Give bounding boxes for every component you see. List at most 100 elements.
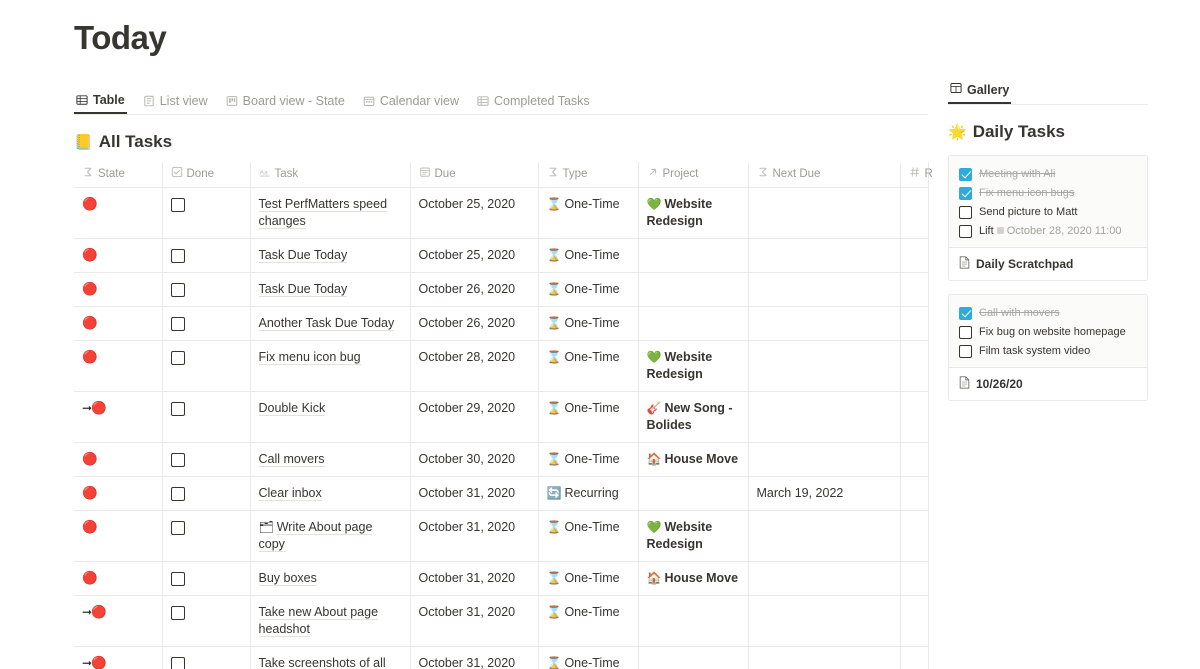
cell-r[interactable]	[900, 646, 929, 669]
task-title[interactable]: Double Kick	[258, 401, 326, 416]
cell-project[interactable]: 💚 Website Redesign	[638, 340, 749, 392]
cell-r[interactable]	[900, 595, 929, 647]
column-header-type[interactable]: Type	[538, 162, 639, 188]
cell-state[interactable]: 🔴	[74, 272, 163, 307]
cell-state[interactable]: ➞ 🔴	[74, 646, 163, 669]
cell-type[interactable]: ⌛ One-Time	[538, 595, 639, 647]
cell-due[interactable]: October 31, 2020	[410, 561, 539, 596]
cell-project[interactable]: 🏠 House Move	[638, 442, 749, 477]
table-row[interactable]: ➞ 🔴 Double Kick October 29, 2020 ⌛ One-Time 🎸 N…	[74, 391, 929, 443]
column-header-next-due[interactable]: Next Due	[748, 162, 901, 188]
cell-r[interactable]	[900, 340, 929, 392]
cell-due[interactable]: October 31, 2020	[410, 476, 539, 511]
list-item[interactable]: Meeting with Ali	[959, 167, 1137, 181]
done-checkbox[interactable]	[170, 452, 185, 467]
cell-next-due[interactable]	[748, 510, 901, 562]
column-header-project[interactable]: Project	[638, 162, 749, 188]
task-title[interactable]: Task Due Today	[258, 282, 348, 297]
table-row[interactable]: 🔴 Buy boxes October 31, 2020 ⌛ One-Time 🏠 Hous…	[74, 561, 929, 596]
cell-state[interactable]: 🔴	[74, 238, 163, 273]
table-row[interactable]: 🔴 Another Task Due Today October 26, 2020 ⌛…	[74, 306, 929, 341]
done-checkbox[interactable]	[170, 248, 185, 263]
done-checkbox[interactable]	[170, 197, 185, 212]
card-footer[interactable]: Daily Scratchpad	[949, 247, 1147, 280]
column-header-state[interactable]: State	[74, 162, 163, 188]
task-title[interactable]: Clear inbox	[258, 486, 322, 501]
cell-next-due[interactable]	[748, 646, 901, 669]
cell-task[interactable]: Fix menu icon bug	[250, 340, 411, 392]
date-mention[interactable]: October 28, 2020 11:00	[996, 225, 1122, 237]
todo-checkbox[interactable]	[959, 205, 972, 219]
cell-r[interactable]	[900, 476, 929, 511]
done-checkbox[interactable]	[170, 350, 185, 365]
cell-state[interactable]: ➞ 🔴	[74, 391, 163, 443]
todo-checkbox[interactable]	[959, 344, 972, 358]
cell-type[interactable]: ⌛ One-Time	[538, 646, 639, 669]
column-header-done[interactable]: Done	[162, 162, 251, 188]
cell-type[interactable]: ⌛ One-Time	[538, 391, 639, 443]
cell-type[interactable]: ⌛ One-Time	[538, 442, 639, 477]
cell-project[interactable]	[638, 272, 749, 307]
project-link[interactable]: House Move	[664, 452, 738, 466]
table-row[interactable]: 🔴 Task Due Today October 26, 2020 ⌛ One-Time	[74, 272, 929, 307]
cell-done[interactable]	[162, 340, 251, 392]
cell-project[interactable]: 💚 Website Redesign	[638, 510, 749, 562]
card-footer[interactable]: 10/26/20	[949, 367, 1147, 400]
table-row[interactable]: ➞ 🔴 Take new About page headshot October 31…	[74, 595, 929, 647]
cell-done[interactable]	[162, 238, 251, 273]
cell-done[interactable]	[162, 306, 251, 341]
cell-type[interactable]: ⌛ One-Time	[538, 238, 639, 273]
cell-r[interactable]	[900, 272, 929, 307]
table-row[interactable]: 🔴 Clear inbox October 31, 2020 🔄 Recurring Ma…	[74, 476, 929, 511]
cell-next-due[interactable]	[748, 442, 901, 477]
list-item[interactable]: Send picture to Matt	[959, 205, 1137, 219]
done-checkbox[interactable]	[170, 486, 185, 501]
cell-done[interactable]	[162, 442, 251, 477]
todo-checkbox[interactable]	[959, 306, 972, 320]
list-item[interactable]: Lift October 28, 2020 11:00	[959, 224, 1137, 238]
cell-done[interactable]	[162, 646, 251, 669]
done-checkbox[interactable]	[170, 520, 185, 535]
todo-checkbox[interactable]	[959, 167, 972, 181]
list-item[interactable]: Call with movers	[959, 306, 1137, 320]
cell-due[interactable]: October 30, 2020	[410, 442, 539, 477]
cell-due[interactable]: October 26, 2020	[410, 306, 539, 341]
gallery-card[interactable]: Call with movers Fix bug on website homep…	[948, 294, 1148, 401]
cell-task[interactable]: Take screenshots of all featured project…	[250, 646, 411, 669]
cell-state[interactable]: 🔴	[74, 561, 163, 596]
cell-next-due[interactable]	[748, 561, 901, 596]
cell-task[interactable]: Another Task Due Today	[250, 306, 411, 341]
tab-completed-tasks[interactable]: Completed Tasks	[475, 94, 592, 114]
list-item[interactable]: Fix bug on website homepage	[959, 325, 1137, 339]
task-title[interactable]: Take screenshots of all featured project…	[258, 656, 386, 669]
gallery-card[interactable]: Meeting with Ali Fix menu icon bugs Send p…	[948, 155, 1148, 281]
table-row[interactable]: 🔴 🗂 Write About page copy October 31, 2020 ⌛…	[74, 510, 929, 562]
done-checkbox[interactable]	[170, 316, 185, 331]
table-row[interactable]: 🔴 Test PerfMatters speed changes October 2…	[74, 187, 929, 239]
cell-r[interactable]	[900, 238, 929, 273]
cell-task[interactable]: Double Kick	[250, 391, 411, 443]
cell-next-due[interactable]	[748, 306, 901, 341]
cell-r[interactable]	[900, 561, 929, 596]
done-checkbox[interactable]	[170, 656, 185, 669]
cell-r[interactable]	[900, 442, 929, 477]
cell-type[interactable]: ⌛ One-Time	[538, 306, 639, 341]
cell-task[interactable]: Take new About page headshot	[250, 595, 411, 647]
cell-task[interactable]: Task Due Today	[250, 238, 411, 273]
tab-list-view[interactable]: List view	[141, 94, 210, 114]
cell-r[interactable]	[900, 391, 929, 443]
tab-gallery[interactable]: Gallery	[948, 82, 1012, 104]
cell-done[interactable]	[162, 272, 251, 307]
task-title[interactable]: Take new About page headshot	[258, 605, 379, 637]
cell-state[interactable]: 🔴	[74, 306, 163, 341]
cell-done[interactable]	[162, 595, 251, 647]
task-title[interactable]: Test PerfMatters speed changes	[258, 197, 388, 229]
cell-next-due[interactable]	[748, 187, 901, 239]
cell-state[interactable]: 🔴	[74, 187, 163, 239]
column-header-task[interactable]: Aa Task	[250, 162, 411, 188]
cell-next-due[interactable]	[748, 238, 901, 273]
task-title[interactable]: Another Task Due Today	[258, 316, 395, 331]
task-title[interactable]: Call movers	[258, 452, 325, 467]
cell-project[interactable]	[638, 306, 749, 341]
cell-next-due[interactable]	[748, 595, 901, 647]
